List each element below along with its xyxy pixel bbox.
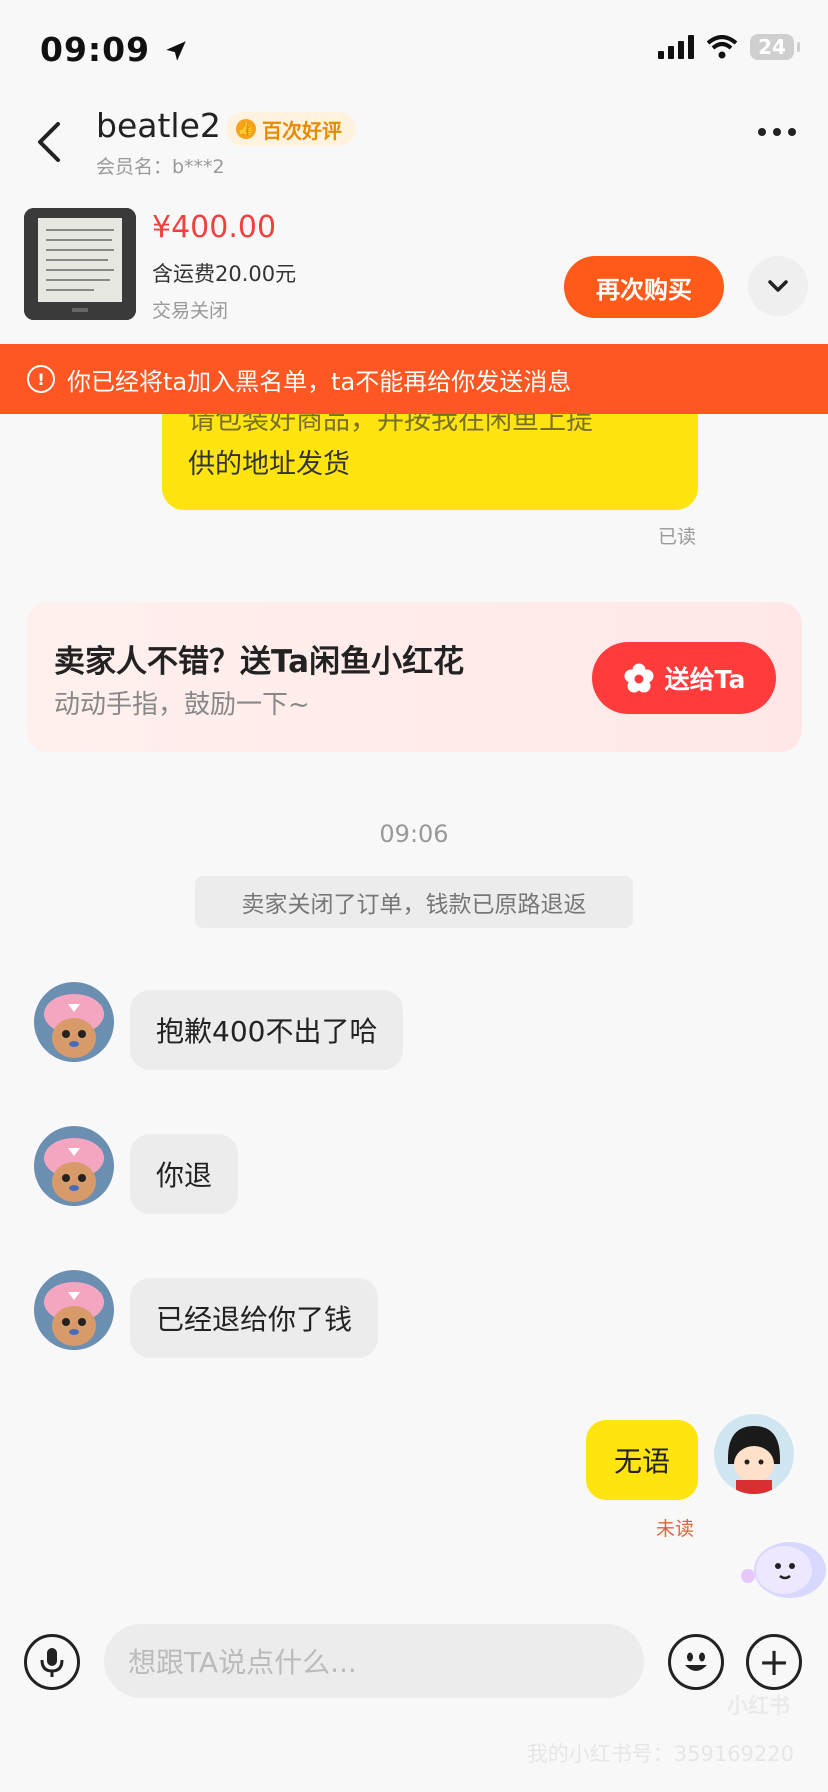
emoji-button[interactable] <box>668 1634 724 1690</box>
message-text-line2: 供的地址发货 <box>188 449 350 480</box>
badge-label: 百次好评 <box>262 118 342 143</box>
send-flower-label: 送给Ta <box>664 665 746 694</box>
wifi-icon <box>706 35 738 59</box>
seller-avatar[interactable] <box>34 1270 114 1350</box>
deal-status: 交易关闭 <box>152 300 229 322</box>
rebuy-button[interactable]: 再次购买 <box>564 256 724 318</box>
message-bubble-other[interactable]: 你退 <box>130 1134 239 1214</box>
more-options-icon[interactable] <box>758 128 796 136</box>
chat-title: beatle2 <box>96 106 221 145</box>
watermark-id: 我的小红书号：359169220 <box>526 1742 794 1766</box>
message-input[interactable]: 想跟TA说点什么... <box>104 1624 644 1698</box>
chevron-down-icon <box>768 280 788 292</box>
voice-input-button[interactable] <box>24 1634 80 1690</box>
ereader-image <box>24 208 136 320</box>
flower-card-title: 卖家人不错？送Ta闲鱼小红花 <box>54 644 465 680</box>
message-bubble-self[interactable]: 无语 <box>586 1420 699 1500</box>
maruko-avatar-image <box>714 1414 794 1494</box>
seller-avatar[interactable] <box>34 1126 114 1206</box>
status-time: 09:09 <box>40 30 189 69</box>
message-bubble-other[interactable]: 已经退给你了钱 <box>130 1278 379 1358</box>
chopper-avatar-image <box>34 1126 114 1206</box>
mascot-icon[interactable] <box>734 1530 828 1600</box>
system-timestamp: 09:06 <box>379 820 449 848</box>
watermark-logo: 小红书 <box>727 1694 790 1718</box>
banner-text: 你已经将ta加入黑名单，ta不能再给你发送消息 <box>67 367 572 396</box>
seller-avatar[interactable] <box>34 982 114 1062</box>
emoji-icon <box>685 1652 707 1671</box>
back-arrow-icon[interactable] <box>30 118 70 166</box>
flower-card-subtitle: 动动手指，鼓励一下~ <box>54 690 310 720</box>
status-icons: 24 <box>658 34 800 60</box>
chopper-avatar-image <box>34 1270 114 1350</box>
flower-card: 卖家人不错？送Ta闲鱼小红花 动动手指，鼓励一下~ 送给Ta <box>26 602 802 752</box>
flower-icon <box>624 663 654 693</box>
info-icon: ! <box>27 365 55 393</box>
microphone-icon <box>40 1648 64 1677</box>
chopper-avatar-image <box>34 982 114 1062</box>
send-flower-button[interactable]: 送给Ta <box>592 642 776 714</box>
location-arrow-icon <box>165 41 186 61</box>
expand-button[interactable] <box>748 256 808 316</box>
read-status: 已读 <box>658 526 697 548</box>
product-price: ¥400.00 <box>152 210 277 245</box>
signal-icon <box>658 35 694 59</box>
message-bubble-other[interactable]: 抱歉400不出了哈 <box>130 990 404 1070</box>
blacklist-banner: ! 你已经将ta加入黑名单，ta不能再给你发送消息 <box>0 344 828 414</box>
more-actions-button[interactable]: + <box>746 1634 802 1690</box>
shipping-fee: 含运费20.00元 <box>152 262 297 286</box>
system-notice: 卖家关闭了订单，钱款已原路退返 <box>195 876 633 928</box>
product-thumbnail[interactable] <box>24 208 136 320</box>
self-avatar[interactable] <box>714 1414 794 1494</box>
praise-badge[interactable]: 👍 百次好评 <box>226 112 356 146</box>
unread-status: 未读 <box>656 1518 695 1540</box>
battery-indicator: 24 <box>750 34 800 60</box>
plus-icon: + <box>758 1640 790 1684</box>
member-name: 会员名：b***2 <box>96 156 225 178</box>
thumb-up-icon: 👍 <box>236 119 256 139</box>
